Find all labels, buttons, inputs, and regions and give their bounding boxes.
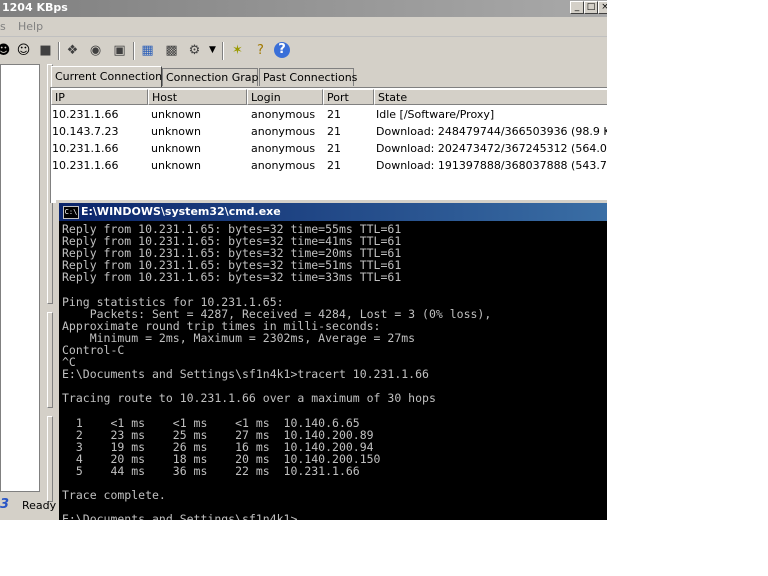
console-line: Minimum = 2ms, Maximum = 2302ms, Average… — [62, 330, 416, 345]
console-line: Trace complete. — [62, 488, 166, 503]
splitter-bar[interactable] — [47, 312, 53, 408]
stats-icon[interactable]: ▩ — [162, 41, 181, 60]
menu-item-help[interactable]: Help — [18, 20, 43, 33]
console-line: Tracing route to 10.231.1.66 over a maxi… — [62, 391, 436, 406]
table-row[interactable]: 10.231.1.66 unknown anonymous 21 Downloa… — [51, 140, 607, 157]
cell-login: anonymous — [251, 159, 316, 172]
toolbar-separator — [222, 42, 224, 60]
cell-port: 21 — [327, 142, 341, 155]
cell-ip: 10.143.7.23 — [52, 125, 119, 138]
minimize-button[interactable]: _ — [570, 1, 584, 14]
toolbar: ☻ ☺ ■ ❖ ◉ ▣ ▦ ▩ ⚙ ▼ ✶ ? ? — [0, 38, 607, 64]
cmd-window-title: E:\WINDOWS\system32\cmd.exe — [81, 205, 281, 218]
disconnect-icon[interactable]: ◉ — [86, 41, 105, 60]
menu-item-file[interactable]: s — [0, 20, 6, 33]
cell-host: unknown — [151, 159, 201, 172]
cmd-icon[interactable]: C:\ — [63, 206, 79, 219]
cell-state: Download: 191397888/368037888 (543.7 KBp… — [376, 159, 607, 172]
console-line: Reply from 10.231.1.65: bytes=32 time=33… — [62, 270, 402, 285]
title-bar[interactable]: 1204 KBps _ □ × — [0, 0, 607, 17]
console-line: E:\Documents and Settings\sf1n4k1>tracer… — [62, 367, 429, 382]
cell-ip: 10.231.1.66 — [52, 159, 119, 172]
cell-port: 21 — [327, 159, 341, 172]
console-line: E:\Documents and Settings\sf1n4k1> — [62, 512, 298, 520]
server-icon[interactable]: ▣ — [110, 41, 129, 60]
console-line: Ping statistics for 10.231.1.65: — [62, 294, 284, 309]
dropdown-icon[interactable]: ▼ — [203, 41, 222, 60]
cell-ip: 10.231.1.66 — [52, 108, 119, 121]
cell-login: anonymous — [251, 142, 316, 155]
column-header-port[interactable]: Port — [323, 89, 374, 105]
console-line: 2 23 ms 25 ms 27 ms 10.140.200.89 — [62, 427, 374, 442]
close-button[interactable]: × — [598, 1, 607, 14]
cell-login: anonymous — [251, 125, 316, 138]
cell-host: unknown — [151, 108, 201, 121]
console-output[interactable]: Reply from 10.231.1.65: bytes=32 time=55… — [59, 221, 607, 520]
cell-host: unknown — [151, 142, 201, 155]
tree-pane[interactable] — [0, 64, 40, 492]
column-header-login[interactable]: Login — [247, 89, 323, 105]
folder-icon[interactable]: ■ — [36, 41, 55, 60]
menu-bar: s Help — [0, 17, 607, 37]
user-icon[interactable]: ☺ — [14, 41, 33, 60]
options-icon[interactable]: ▦ — [138, 41, 157, 60]
tab-past-connections[interactable]: Past Connections — [259, 68, 357, 86]
kick-icon[interactable]: ✶ — [228, 41, 247, 60]
column-header-host[interactable]: Host — [148, 89, 247, 105]
cell-state: Idle [/Software/Proxy] — [376, 108, 495, 121]
table-row[interactable]: 10.231.1.66 unknown anonymous 21 Downloa… — [51, 157, 607, 174]
console-text: Reply from 10.231.1.65: bytes=32 time=55… — [62, 223, 491, 520]
status-text: Ready — [22, 499, 57, 512]
cell-state: Download: 248479744/366503936 (98.9 KBps… — [376, 125, 607, 138]
cell-login: anonymous — [251, 108, 316, 121]
cell-host: unknown — [151, 125, 201, 138]
cmd-window: C:\ E:\WINDOWS\system32\cmd.exe Reply fr… — [56, 200, 607, 520]
splitter-bar[interactable] — [47, 416, 53, 502]
users-icon[interactable]: ☻ — [0, 41, 13, 60]
tab-connection-graph[interactable]: Connection Graph — [162, 68, 265, 86]
connect-icon[interactable]: ❖ — [63, 41, 82, 60]
maximize-button[interactable]: □ — [584, 1, 598, 14]
console-line: Control-C — [62, 342, 125, 357]
cell-port: 21 — [327, 125, 341, 138]
toolbar-separator — [58, 42, 60, 60]
window-title: 1204 KBps — [2, 1, 68, 14]
column-header-state[interactable]: State — [374, 89, 607, 105]
table-row[interactable]: 10.143.7.23 unknown anonymous 21 Downloa… — [51, 123, 607, 140]
console-line: 3 19 ms 26 ms 16 ms 10.140.200.94 — [62, 439, 374, 454]
tools-icon[interactable]: ⚙ — [185, 41, 204, 60]
help-icon[interactable]: ? — [251, 41, 270, 60]
connection-count: 3 — [0, 497, 10, 512]
column-header-ip[interactable]: IP — [51, 89, 148, 105]
connections-table: IP Host Login Port State 10.231.1.66 unk… — [50, 87, 607, 203]
console-line: Packets: Sent = 4287, Received = 4284, L… — [62, 306, 492, 321]
cell-port: 21 — [327, 108, 341, 121]
table-row[interactable]: 10.231.1.66 unknown anonymous 21 Idle [/… — [51, 106, 607, 123]
cell-ip: 10.231.1.66 — [52, 142, 119, 155]
toolbar-separator — [133, 42, 135, 60]
console-line: 1 <1 ms <1 ms <1 ms 10.140.6.65 — [62, 415, 360, 430]
console-line: 5 44 ms 36 ms 22 ms 10.231.1.66 — [62, 463, 360, 478]
cell-state: Download: 202473472/367245312 (564.0 KBp… — [376, 142, 607, 155]
about-icon[interactable]: ? — [274, 42, 290, 58]
cmd-title-bar[interactable]: C:\ E:\WINDOWS\system32\cmd.exe — [59, 203, 607, 221]
tab-current-connections[interactable]: Current Connections — [51, 66, 168, 87]
